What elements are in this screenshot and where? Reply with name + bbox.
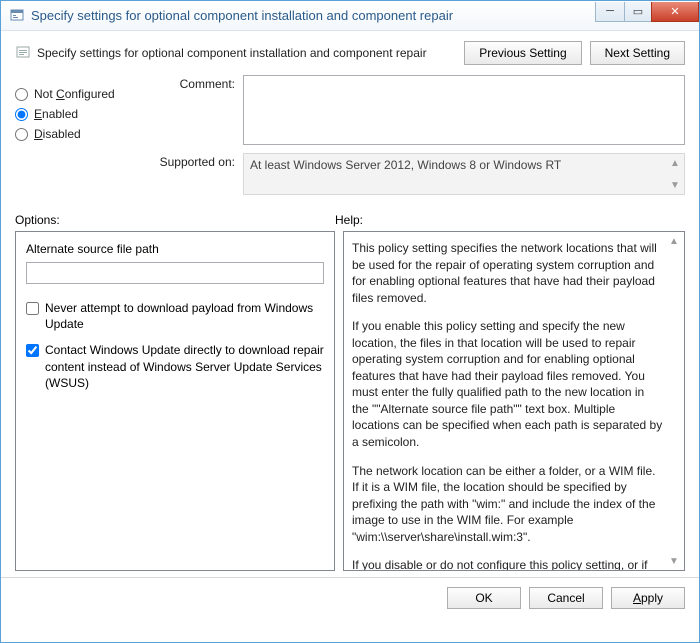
- help-text: This policy setting specifies the networ…: [352, 240, 664, 571]
- window-buttons: ─ ▭ ✕: [596, 2, 699, 24]
- comment-textarea[interactable]: [243, 75, 685, 145]
- scroll-down-icon: ▼: [668, 178, 682, 192]
- radio-enabled[interactable]: Enabled: [15, 107, 135, 121]
- ok-button[interactable]: OK: [447, 587, 521, 609]
- scroll-up-icon: ▲: [668, 156, 682, 170]
- apply-button[interactable]: Apply: [611, 587, 685, 609]
- never-download-label: Never attempt to download payload from W…: [45, 300, 324, 332]
- supported-text: At least Windows Server 2012, Windows 8 …: [250, 158, 561, 172]
- scroll-down-icon[interactable]: ▼: [667, 554, 681, 568]
- kv-column: Comment: Supported on: At least Windows …: [145, 75, 685, 195]
- contact-wu-label: Contact Windows Update directly to downl…: [45, 342, 324, 391]
- next-setting-button[interactable]: Next Setting: [590, 41, 685, 65]
- state-radios: Not Configured Enabled Disabled: [15, 75, 135, 195]
- panels: Alternate source file path Never attempt…: [1, 231, 699, 571]
- supported-label: Supported on:: [145, 153, 235, 195]
- comment-row: Comment:: [145, 75, 685, 145]
- minimize-button[interactable]: ─: [595, 2, 625, 22]
- options-section-label: Options:: [15, 213, 335, 227]
- previous-setting-button[interactable]: Previous Setting: [464, 41, 581, 65]
- radio-disabled[interactable]: Disabled: [15, 127, 135, 141]
- maximize-button[interactable]: ▭: [624, 2, 652, 22]
- header-subtitle: Specify settings for optional component …: [37, 46, 456, 60]
- alt-path-input[interactable]: [26, 262, 324, 284]
- help-paragraph: The network location can be either a fol…: [352, 463, 664, 546]
- contact-wu-checkbox[interactable]: [26, 344, 39, 357]
- help-paragraph: If you enable this policy setting and sp…: [352, 318, 664, 450]
- radio-disabled-label: Disabled: [34, 127, 81, 141]
- window-title: Specify settings for optional component …: [31, 8, 596, 23]
- radio-not-configured[interactable]: Not Configured: [15, 87, 135, 101]
- supported-textarea: At least Windows Server 2012, Windows 8 …: [243, 153, 685, 195]
- help-section-label: Help:: [335, 213, 363, 227]
- top-section: Not Configured Enabled Disabled Comment:…: [1, 71, 699, 205]
- footer: OK Cancel Apply: [1, 577, 699, 617]
- help-paragraph: This policy setting specifies the networ…: [352, 240, 664, 306]
- never-download-checkbox[interactable]: [26, 302, 39, 315]
- options-panel: Alternate source file path Never attempt…: [15, 231, 335, 571]
- section-labels: Options: Help:: [1, 205, 699, 231]
- header: Specify settings for optional component …: [1, 31, 699, 71]
- help-panel: ▲ ▼ This policy setting specifies the ne…: [343, 231, 685, 571]
- policy-icon: [15, 45, 31, 61]
- close-button[interactable]: ✕: [651, 2, 699, 22]
- scroll-up-icon[interactable]: ▲: [667, 234, 681, 248]
- never-download-row[interactable]: Never attempt to download payload from W…: [26, 300, 324, 332]
- radio-not-configured-label: Not Configured: [34, 87, 115, 101]
- cancel-button[interactable]: Cancel: [529, 587, 603, 609]
- help-paragraph: If you disable or do not configure this …: [352, 557, 664, 571]
- titlebar: Specify settings for optional component …: [1, 1, 699, 31]
- radio-enabled-label: Enabled: [34, 107, 78, 121]
- comment-label: Comment:: [145, 75, 235, 145]
- app-icon: [9, 8, 25, 24]
- radio-disabled-input[interactable]: [15, 128, 28, 141]
- supported-row: Supported on: At least Windows Server 20…: [145, 153, 685, 195]
- alt-path-label: Alternate source file path: [26, 242, 324, 256]
- radio-enabled-input[interactable]: [15, 108, 28, 121]
- radio-not-configured-input[interactable]: [15, 88, 28, 101]
- contact-wu-row[interactable]: Contact Windows Update directly to downl…: [26, 342, 324, 391]
